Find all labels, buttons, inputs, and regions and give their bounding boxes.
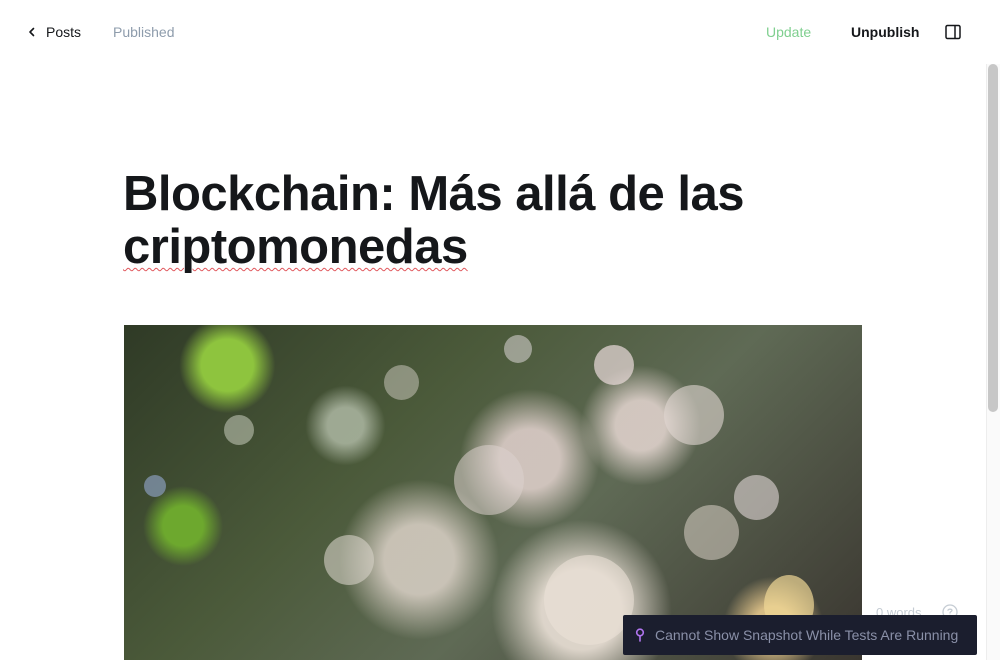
toast-message: Cannot Show Snapshot While Tests Are Run… <box>655 627 959 643</box>
back-label: Posts <box>46 24 82 40</box>
sidebar-panel-icon[interactable] <box>944 23 962 41</box>
snapshot-toast: Cannot Show Snapshot While Tests Are Run… <box>623 615 977 655</box>
chevron-left-icon <box>29 27 35 37</box>
feature-image[interactable] <box>124 325 862 660</box>
unpublish-button[interactable]: Unpublish <box>851 24 919 40</box>
update-button[interactable]: Update <box>766 24 811 40</box>
title-line-1: Blockchain: Más allá de las <box>123 167 745 221</box>
post-title[interactable]: Blockchain: Más allá de las criptomoneda… <box>123 168 883 274</box>
pin-icon <box>635 628 645 642</box>
scrollbar-thumb[interactable] <box>988 64 998 412</box>
editor-header: Posts Published Update Unpublish <box>0 0 1000 64</box>
back-to-posts-link[interactable]: Posts <box>28 22 81 42</box>
post-status: Published <box>113 24 175 40</box>
title-line-2: criptomonedas <box>123 220 468 274</box>
